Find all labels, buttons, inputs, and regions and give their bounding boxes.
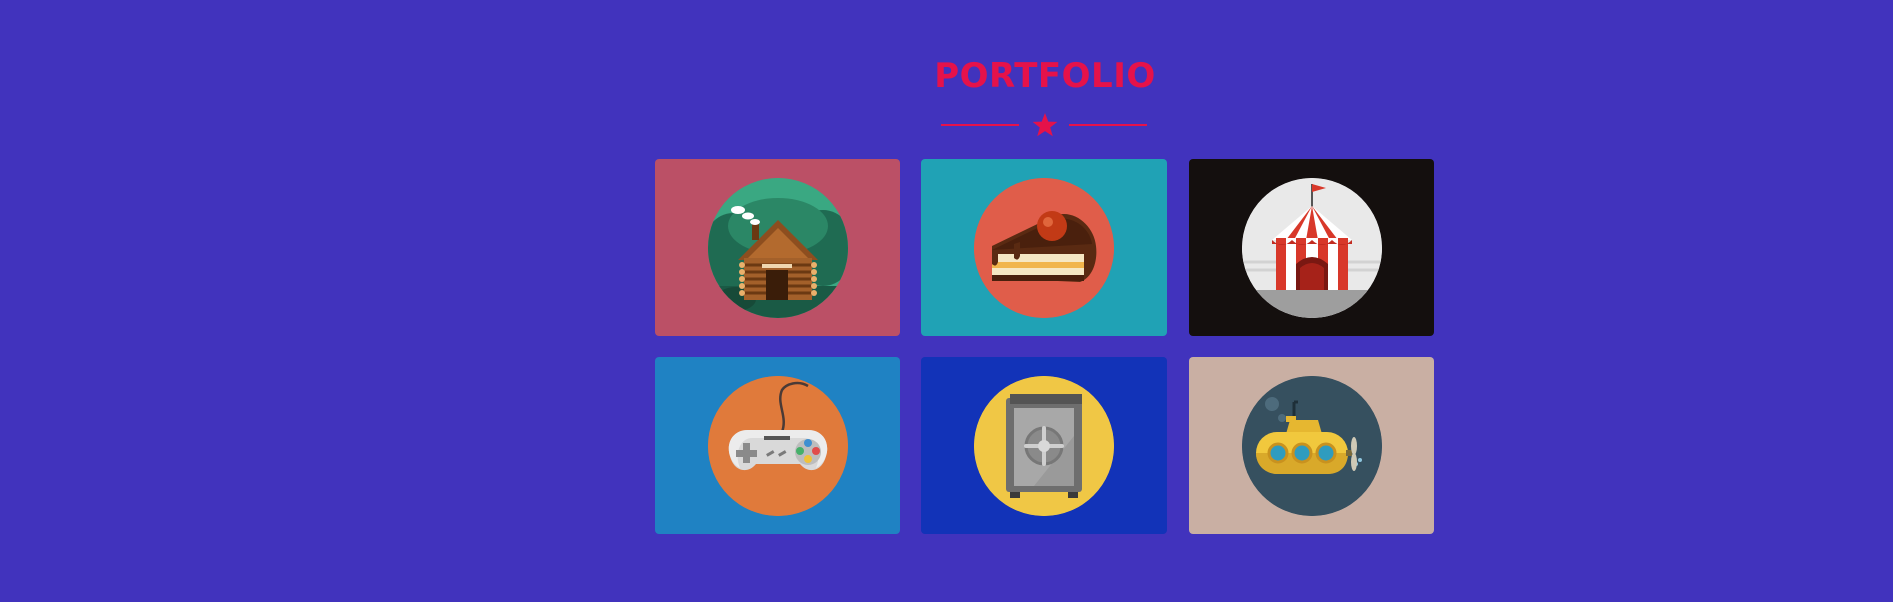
divider-line-right [1069, 124, 1147, 126]
title-divider [941, 111, 1147, 139]
portfolio-item-circus-tent[interactable] [1189, 159, 1434, 336]
circus-tent-icon [1241, 177, 1382, 318]
safe-icon [974, 375, 1114, 516]
game-controller-icon [707, 375, 848, 516]
portfolio-title: PORTFOLIO [934, 56, 1156, 96]
portfolio-item-game-controller[interactable] [655, 357, 900, 534]
submarine-icon [1241, 375, 1382, 516]
portfolio-item-log-cabin[interactable] [655, 159, 900, 336]
log-cabin-icon [707, 177, 848, 318]
portfolio-item-submarine[interactable] [1189, 357, 1434, 534]
cake-slice-icon [974, 177, 1114, 318]
star-icon [1032, 113, 1058, 137]
portfolio-item-safe[interactable] [921, 357, 1167, 534]
divider-line-left [941, 124, 1019, 126]
portfolio-item-cake-slice[interactable] [921, 159, 1167, 336]
